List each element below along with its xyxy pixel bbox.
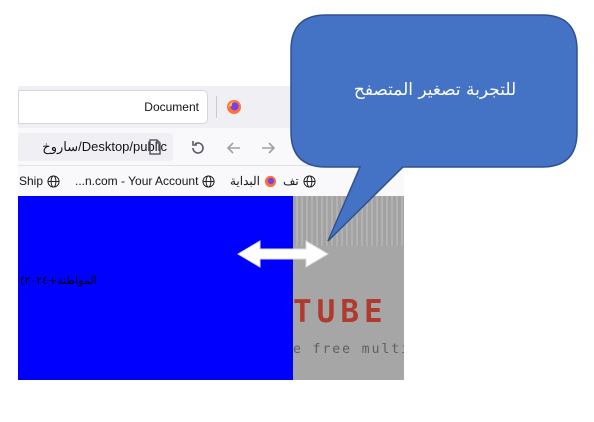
callout-text: للتجربة تصغير المتصفح	[353, 80, 517, 100]
bookmark-ship[interactable]: Ship	[19, 174, 60, 188]
tab-title: Document	[144, 100, 199, 114]
bookmark-label: البداية	[230, 174, 261, 188]
back-icon[interactable]	[225, 139, 243, 157]
callout-shape	[290, 14, 578, 242]
globe-icon	[47, 174, 60, 188]
site-tagline: e free multi-p	[293, 342, 404, 357]
bookmark-label: Ship	[19, 174, 44, 188]
bookmark-label: ...n.com - Your Account	[75, 174, 199, 188]
reload-icon[interactable]	[189, 139, 207, 157]
bookmark-start[interactable]: البداية	[230, 174, 277, 188]
blue-page-area: (المواطنة+٢٠٢٤	[18, 196, 293, 380]
site-logo-text: TUBE V	[293, 294, 404, 330]
tab-separator	[216, 96, 217, 118]
tab-document[interactable]: Document	[18, 90, 208, 124]
bookmark-your-account[interactable]: ...n.com - Your Account	[75, 174, 215, 188]
firefox-icon[interactable]	[226, 99, 242, 115]
globe-icon	[202, 174, 215, 188]
page-info-icon[interactable]	[146, 134, 164, 160]
resize-arrow-icon	[237, 240, 329, 268]
forward-icon[interactable]	[259, 139, 277, 157]
page-text: (المواطنة+٢٠٢٤	[20, 274, 97, 287]
firefox-icon	[264, 175, 277, 187]
